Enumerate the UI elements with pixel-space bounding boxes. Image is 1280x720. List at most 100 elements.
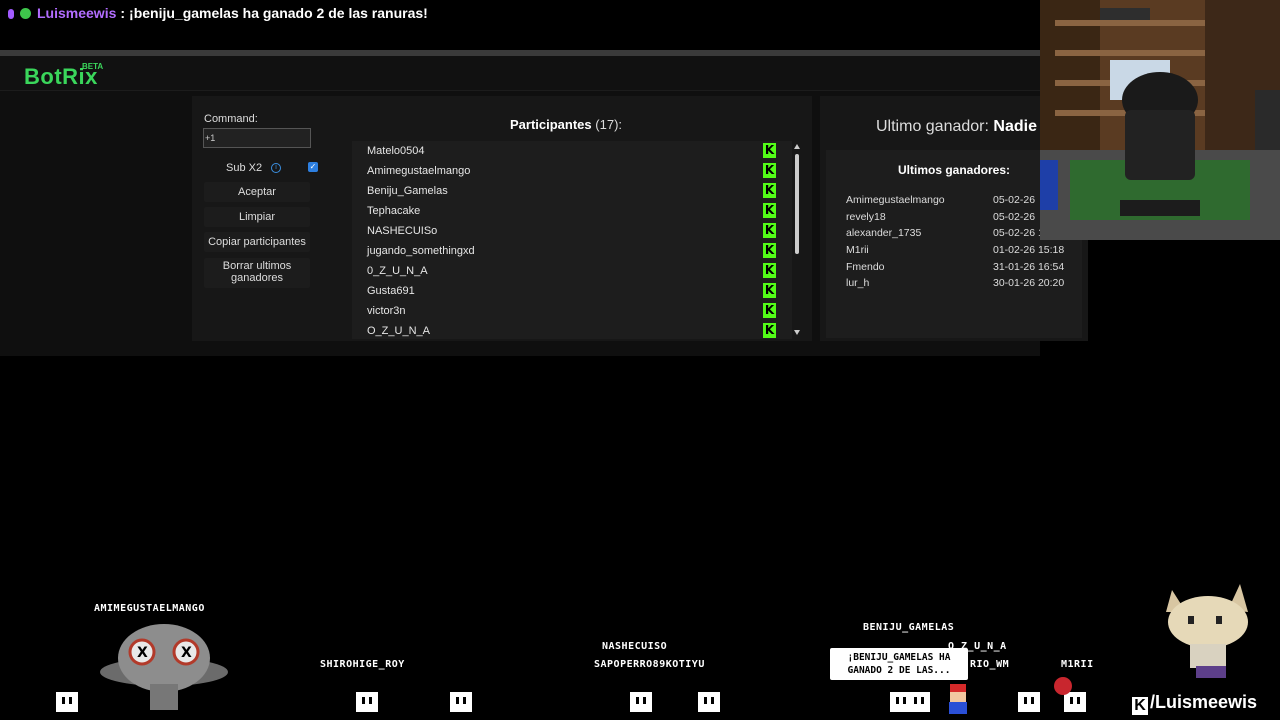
winner-date: 05-02-26 (993, 194, 1036, 206)
player-label-sapoperro: SAPOPERRO89KOTIYU (594, 659, 705, 670)
winner-name: lur_h (846, 277, 870, 289)
list-item: Beniju_Gamelas K (352, 181, 776, 201)
command-input[interactable] (203, 128, 311, 148)
giveaway-panel: Command: Sub X2 i ✓ Aceptar Limpiar Copi… (192, 96, 812, 341)
botrix-app: BotRix BETA Command: Sub X2 i ✓ Aceptar … (0, 56, 1088, 356)
kick-icon: K (763, 163, 776, 178)
player-label-amimegustaelmango: AMIMEGUSTAELMANGO (94, 603, 205, 614)
winner-date: 05-02-26 (993, 211, 1036, 223)
chat-separator: : (120, 5, 126, 21)
sub-x2-checkbox[interactable]: ✓ (308, 162, 318, 172)
list-item: Gusta691 K (352, 281, 776, 301)
speech-line-1: ¡BENIJU_GAMELAS HA (847, 652, 951, 663)
last-winner: Ultimo ganador: Nadie (876, 118, 1037, 136)
kick-icon: K (763, 323, 776, 338)
delete-winners-button[interactable]: Borrar ultimos ganadores (204, 258, 310, 288)
winner-name: alexander_1735 (846, 227, 922, 239)
list-item: O_Z_U_N_A K (352, 321, 776, 339)
list-item: Matelo0504 K (352, 141, 776, 161)
participant-name: Tephacake (367, 205, 421, 217)
scroll-up-icon[interactable] (794, 144, 800, 149)
balloon-icon (1054, 677, 1072, 695)
winner-row: lur_h 30-01-26 20:20 (846, 277, 1076, 293)
kick-logo-icon: K (1132, 697, 1148, 715)
participants-title-text: Participantes (510, 117, 592, 132)
player-label-nashecuiso: NASHECUISO (602, 641, 668, 652)
participant-name: O_Z_U_N_A (367, 325, 430, 337)
player-label-m1rii: M1RII (1061, 659, 1094, 670)
sub-x2-label: Sub X2 (226, 162, 263, 174)
participant-name: 0_Z_U_N_A (367, 265, 428, 277)
player-sprite (56, 692, 78, 712)
list-item: victor3n K (352, 301, 776, 321)
participant-name: victor3n (367, 305, 406, 317)
chat-username: Luismeewis (37, 5, 117, 21)
kick-icon: K (763, 143, 776, 158)
scroll-thumb[interactable] (795, 154, 799, 254)
svg-text:X: X (181, 645, 192, 661)
chat-overlay: Luismeewis: ¡beniju_gamelas ha ganado 2 d… (0, 0, 1040, 50)
app-header: BotRix BETA (0, 56, 1040, 91)
mic-badge-icon (8, 9, 14, 19)
speech-bubble: ¡BENIJU_GAMELAS HA GANADO 2 DE LAS... (830, 648, 968, 680)
clear-button[interactable]: Limpiar (204, 207, 310, 227)
participants-scrollbar[interactable] (793, 144, 803, 340)
participant-name: NASHECUISo (367, 225, 438, 237)
speech-line-2: GANADO 2 DE LAS... (847, 665, 951, 676)
participants-count: (17): (595, 117, 623, 132)
copy-participants-button[interactable]: Copiar participantes (204, 232, 310, 252)
kick-icon: K (763, 243, 776, 258)
player-sprite (450, 692, 472, 712)
winner-date: 30-01-26 20:20 (993, 277, 1065, 289)
player-label-mario: RIO_WM (970, 659, 1010, 670)
accept-button[interactable]: Aceptar (204, 182, 310, 202)
participant-name: Matelo0504 (367, 145, 425, 157)
cat-mascot-sprite (1166, 584, 1248, 678)
kick-icon: K (763, 203, 776, 218)
chat-message-text: ¡beniju_gamelas ha ganado 2 de las ranur… (129, 5, 428, 21)
participant-name: Beniju_Gamelas (367, 185, 448, 197)
player-sprite (630, 692, 652, 712)
command-label: Command: (204, 113, 258, 125)
winner-name: revely18 (846, 211, 886, 223)
mario-sprite (949, 684, 967, 714)
kick-icon: K (763, 183, 776, 198)
kick-channel-brand: K/Luismeewis (1132, 692, 1257, 715)
participants-title: Participantes (17): (510, 117, 622, 132)
kick-icon: K (763, 263, 776, 278)
kick-icon: K (763, 223, 776, 238)
kick-icon: K (763, 283, 776, 298)
webcam-scene (1040, 0, 1280, 240)
winner-date: 31-01-26 16:54 (993, 261, 1065, 273)
kick-icon: K (763, 303, 776, 318)
last-winner-label: Ultimo ganador: (876, 118, 989, 135)
winner-name: Fmendo (846, 261, 885, 273)
list-item: 0_Z_U_N_A K (352, 261, 776, 281)
chat-message-line: Luismeewis: ¡beniju_gamelas ha ganado 2 d… (8, 5, 428, 21)
winner-date: 05-02-26 1 (993, 227, 1044, 239)
winner-row: Fmendo 31-01-26 16:54 (846, 261, 1076, 277)
last-winner-value: Nadie (993, 118, 1037, 135)
scroll-down-icon[interactable] (794, 330, 800, 335)
kick-handle: /Luismeewis (1150, 692, 1258, 712)
info-icon[interactable]: i (271, 163, 281, 173)
webcam-feed (1040, 0, 1280, 240)
list-item: NASHECUISo K (352, 221, 776, 241)
player-sprite (698, 692, 720, 712)
delete-winners-label-line1: Borrar ultimos (222, 260, 292, 272)
player-sprite (908, 692, 930, 712)
player-sprite (356, 692, 378, 712)
svg-text:X: X (137, 645, 148, 661)
list-item: jugando_somethingxd K (352, 241, 776, 261)
beta-badge: BETA (82, 62, 104, 71)
player-label-shirohige: SHIROHIGE_ROY (320, 659, 405, 670)
delete-winners-label-line2: ganadores (231, 272, 283, 284)
participant-name: Gusta691 (367, 285, 415, 297)
list-item: Tephacake K (352, 201, 776, 221)
list-item: Amimegustaelmango K (352, 161, 776, 181)
winner-date: 01-02-26 15:18 (993, 244, 1065, 256)
participant-name: Amimegustaelmango (367, 165, 471, 177)
verified-badge-icon (20, 8, 31, 19)
participants-list[interactable]: Matelo0504 K Amimegustaelmango K Beniju_Ga… (352, 141, 792, 339)
player-label-beniju: BENIJU_GAMELAS (863, 622, 955, 633)
